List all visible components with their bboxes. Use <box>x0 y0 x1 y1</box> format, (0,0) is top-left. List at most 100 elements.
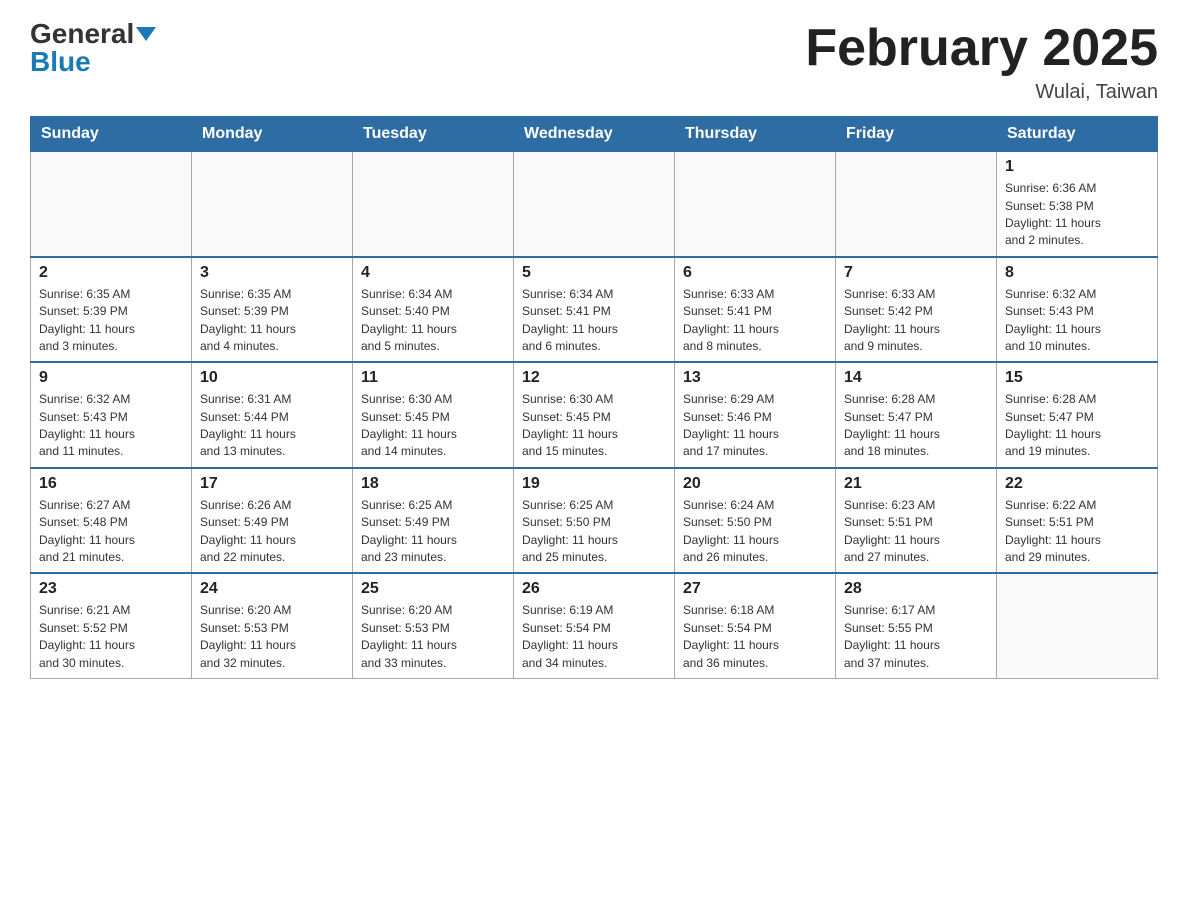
day-number: 21 <box>844 475 988 493</box>
day-info: Sunrise: 6:29 AM Sunset: 5:46 PM Dayligh… <box>683 391 827 461</box>
day-number: 25 <box>361 580 505 598</box>
calendar-cell: 14 Sunrise: 6:28 AM Sunset: 5:47 PM Dayli… <box>836 362 997 468</box>
day-info: Sunrise: 6:35 AM Sunset: 5:39 PM Dayligh… <box>39 286 183 356</box>
day-number: 4 <box>361 264 505 282</box>
logo-arrow-icon <box>136 27 156 41</box>
day-number: 17 <box>200 475 344 493</box>
calendar-cell: 20Sunrise: 6:24 AM Sunset: 5:50 PM Dayli… <box>675 468 836 574</box>
day-info: Sunrise: 6:33 AM Sunset: 5:42 PM Dayligh… <box>844 286 988 356</box>
day-number: 27 <box>683 580 827 598</box>
calendar-header: SundayMondayTuesdayWednesdayThursdayFrid… <box>31 117 1158 152</box>
header-wednesday: Wednesday <box>514 117 675 152</box>
logo-blue-text: Blue <box>30 48 91 76</box>
calendar-cell: 26 Sunrise: 6:19 AM Sunset: 5:54 PM Dayli… <box>514 573 675 678</box>
calendar-cell: 28 Sunrise: 6:17 AM Sunset: 5:55 PM Dayli… <box>836 573 997 678</box>
calendar-cell <box>675 152 836 257</box>
day-info: Sunrise: 6:26 AM Sunset: 5:49 PM Dayligh… <box>200 497 344 567</box>
day-number: 8 <box>1005 264 1149 282</box>
day-info: Sunrise: 6:19 AM Sunset: 5:54 PM Dayligh… <box>522 602 666 672</box>
day-info: Sunrise: 6:25 AM Sunset: 5:50 PM Dayligh… <box>522 497 666 567</box>
day-number: 5 <box>522 264 666 282</box>
day-info: Sunrise: 6:28 AM Sunset: 5:47 PM Dayligh… <box>844 391 988 461</box>
day-info: Sunrise: 6:24 AM Sunset: 5:50 PM Dayligh… <box>683 497 827 567</box>
logo: General Blue <box>30 20 156 76</box>
calendar-cell: 5 Sunrise: 6:34 AM Sunset: 5:41 PM Daylig… <box>514 257 675 363</box>
calendar-table: SundayMondayTuesdayWednesdayThursdayFrid… <box>30 116 1158 679</box>
day-number: 13 <box>683 369 827 387</box>
day-number: 9 <box>39 369 183 387</box>
day-number: 26 <box>522 580 666 598</box>
day-info: Sunrise: 6:28 AM Sunset: 5:47 PM Dayligh… <box>1005 391 1149 461</box>
calendar-cell: 2 Sunrise: 6:35 AM Sunset: 5:39 PM Daylig… <box>31 257 192 363</box>
calendar-cell <box>836 152 997 257</box>
day-number: 3 <box>200 264 344 282</box>
day-number: 1 <box>1005 158 1149 176</box>
calendar-cell: 22 Sunrise: 6:22 AM Sunset: 5:51 PM Dayli… <box>997 468 1158 574</box>
day-info: Sunrise: 6:35 AM Sunset: 5:39 PM Dayligh… <box>200 286 344 356</box>
logo-general-text: General <box>30 20 134 48</box>
calendar-cell: 7Sunrise: 6:33 AM Sunset: 5:42 PM Daylig… <box>836 257 997 363</box>
header-tuesday: Tuesday <box>353 117 514 152</box>
header-saturday: Saturday <box>997 117 1158 152</box>
location-text: Wulai, Taiwan <box>805 81 1158 104</box>
day-info: Sunrise: 6:32 AM Sunset: 5:43 PM Dayligh… <box>1005 286 1149 356</box>
day-info: Sunrise: 6:34 AM Sunset: 5:40 PM Dayligh… <box>361 286 505 356</box>
calendar-cell: 19 Sunrise: 6:25 AM Sunset: 5:50 PM Dayli… <box>514 468 675 574</box>
calendar-cell: 18Sunrise: 6:25 AM Sunset: 5:49 PM Dayli… <box>353 468 514 574</box>
calendar-cell: 16 Sunrise: 6:27 AM Sunset: 5:48 PM Dayli… <box>31 468 192 574</box>
calendar-cell <box>31 152 192 257</box>
day-number: 6 <box>683 264 827 282</box>
calendar-cell: 8 Sunrise: 6:32 AM Sunset: 5:43 PM Daylig… <box>997 257 1158 363</box>
day-info: Sunrise: 6:17 AM Sunset: 5:55 PM Dayligh… <box>844 602 988 672</box>
calendar-cell <box>353 152 514 257</box>
day-number: 11 <box>361 369 505 387</box>
day-number: 15 <box>1005 369 1149 387</box>
calendar-cell: 1 Sunrise: 6:36 AM Sunset: 5:38 PM Daylig… <box>997 152 1158 257</box>
day-number: 22 <box>1005 475 1149 493</box>
calendar-cell: 15 Sunrise: 6:28 AM Sunset: 5:47 PM Dayli… <box>997 362 1158 468</box>
calendar-week-1: 1 Sunrise: 6:36 AM Sunset: 5:38 PM Daylig… <box>31 152 1158 257</box>
calendar-cell: 25Sunrise: 6:20 AM Sunset: 5:53 PM Dayli… <box>353 573 514 678</box>
day-number: 23 <box>39 580 183 598</box>
calendar-cell: 24 Sunrise: 6:20 AM Sunset: 5:53 PM Dayli… <box>192 573 353 678</box>
day-info: Sunrise: 6:34 AM Sunset: 5:41 PM Dayligh… <box>522 286 666 356</box>
calendar-cell <box>514 152 675 257</box>
day-info: Sunrise: 6:30 AM Sunset: 5:45 PM Dayligh… <box>361 391 505 461</box>
header-thursday: Thursday <box>675 117 836 152</box>
title-block: February 2025 Wulai, Taiwan <box>805 20 1158 104</box>
page-header: General Blue February 2025 Wulai, Taiwan <box>30 20 1158 104</box>
calendar-cell <box>192 152 353 257</box>
day-number: 16 <box>39 475 183 493</box>
day-info: Sunrise: 6:20 AM Sunset: 5:53 PM Dayligh… <box>200 602 344 672</box>
header-monday: Monday <box>192 117 353 152</box>
day-info: Sunrise: 6:27 AM Sunset: 5:48 PM Dayligh… <box>39 497 183 567</box>
day-info: Sunrise: 6:31 AM Sunset: 5:44 PM Dayligh… <box>200 391 344 461</box>
calendar-cell: 11 Sunrise: 6:30 AM Sunset: 5:45 PM Dayli… <box>353 362 514 468</box>
header-friday: Friday <box>836 117 997 152</box>
calendar-body: 1 Sunrise: 6:36 AM Sunset: 5:38 PM Daylig… <box>31 152 1158 679</box>
day-info: Sunrise: 6:18 AM Sunset: 5:54 PM Dayligh… <box>683 602 827 672</box>
day-number: 10 <box>200 369 344 387</box>
calendar-week-2: 2 Sunrise: 6:35 AM Sunset: 5:39 PM Daylig… <box>31 257 1158 363</box>
calendar-cell: 23Sunrise: 6:21 AM Sunset: 5:52 PM Dayli… <box>31 573 192 678</box>
day-info: Sunrise: 6:33 AM Sunset: 5:41 PM Dayligh… <box>683 286 827 356</box>
day-number: 18 <box>361 475 505 493</box>
day-number: 12 <box>522 369 666 387</box>
calendar-cell: 4 Sunrise: 6:34 AM Sunset: 5:40 PM Daylig… <box>353 257 514 363</box>
header-row: SundayMondayTuesdayWednesdayThursdayFrid… <box>31 117 1158 152</box>
day-number: 24 <box>200 580 344 598</box>
calendar-cell: 6 Sunrise: 6:33 AM Sunset: 5:41 PM Daylig… <box>675 257 836 363</box>
day-info: Sunrise: 6:22 AM Sunset: 5:51 PM Dayligh… <box>1005 497 1149 567</box>
calendar-cell: 17 Sunrise: 6:26 AM Sunset: 5:49 PM Dayli… <box>192 468 353 574</box>
calendar-cell: 27 Sunrise: 6:18 AM Sunset: 5:54 PM Dayli… <box>675 573 836 678</box>
day-info: Sunrise: 6:36 AM Sunset: 5:38 PM Dayligh… <box>1005 180 1149 250</box>
calendar-cell: 21 Sunrise: 6:23 AM Sunset: 5:51 PM Dayli… <box>836 468 997 574</box>
day-number: 2 <box>39 264 183 282</box>
day-info: Sunrise: 6:23 AM Sunset: 5:51 PM Dayligh… <box>844 497 988 567</box>
day-number: 14 <box>844 369 988 387</box>
calendar-week-3: 9 Sunrise: 6:32 AM Sunset: 5:43 PM Daylig… <box>31 362 1158 468</box>
day-info: Sunrise: 6:32 AM Sunset: 5:43 PM Dayligh… <box>39 391 183 461</box>
day-number: 19 <box>522 475 666 493</box>
calendar-cell <box>997 573 1158 678</box>
day-number: 28 <box>844 580 988 598</box>
